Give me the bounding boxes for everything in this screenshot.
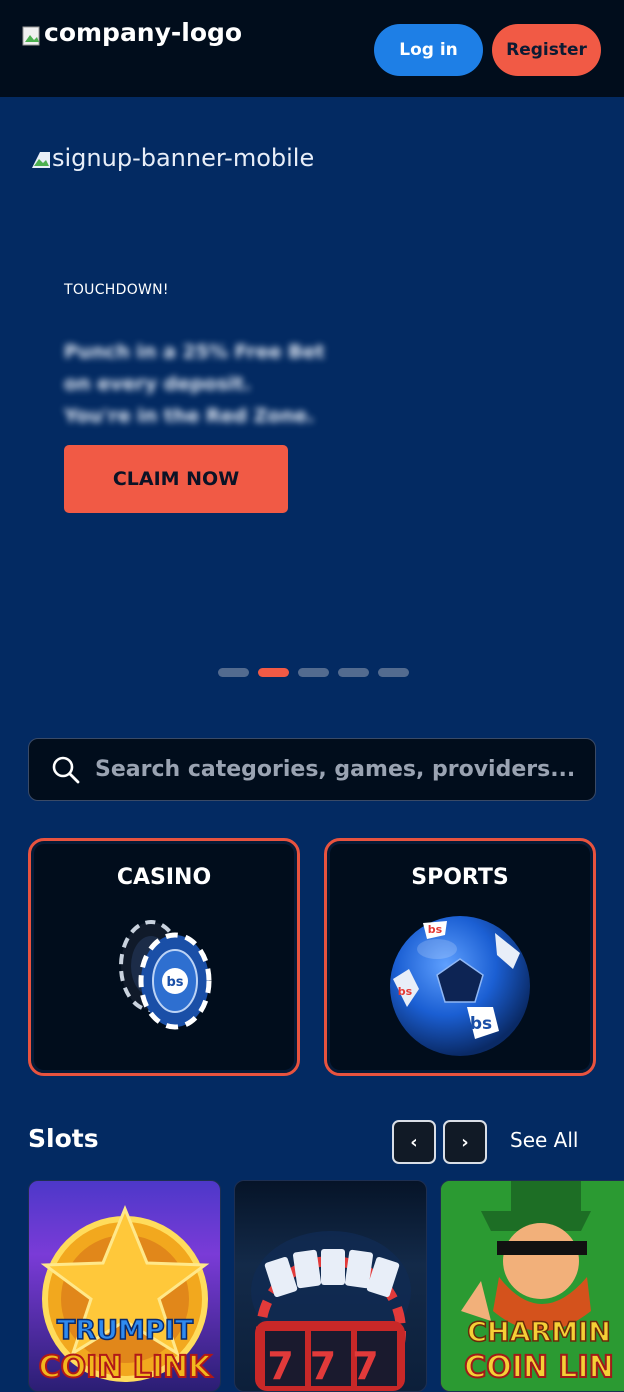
game-title: CHARMIN <box>467 1317 611 1348</box>
game-tile[interactable]: CHARMIN COIN LIN <box>440 1180 624 1392</box>
chevron-left-icon: ‹ <box>410 1131 418 1153</box>
signup-banner-image[interactable]: signup-banner-mobile <box>30 144 314 172</box>
game-art: TRUMPIT COIN LINK <box>38 1205 214 1386</box>
search-bar[interactable]: Search categories, games, providers... <box>28 738 596 801</box>
carousel-dot[interactable] <box>218 668 249 677</box>
category-card-sports[interactable]: SPORTS bs bs bs <box>324 838 596 1076</box>
banner-body: Punch in a 25% Free Bet on every deposit… <box>64 336 364 432</box>
claim-now-button[interactable]: CLAIM NOW <box>64 445 288 513</box>
carousel-dot-active[interactable] <box>258 668 289 677</box>
category-title: CASINO <box>116 865 212 890</box>
casino-chips-icon: bs <box>119 920 212 1030</box>
game-art: 777 <box>251 1231 411 1391</box>
slots-next-button[interactable]: › <box>443 1120 487 1164</box>
top-header: company-logo Log in Register <box>0 0 624 97</box>
section-title-slots: Slots <box>28 1124 99 1153</box>
broken-image-icon <box>30 148 50 168</box>
carousel-dot[interactable] <box>378 668 409 677</box>
chevron-right-icon: › <box>461 1131 469 1153</box>
svg-text:bs: bs <box>166 975 183 990</box>
game-art: CHARMIN COIN LIN <box>441 1181 624 1391</box>
banner-eyebrow: TOUCHDOWN! <box>64 282 169 298</box>
register-button[interactable]: Register <box>492 24 601 76</box>
game-tile[interactable]: 777 <box>234 1180 427 1392</box>
banner-body-line: You're in the Red Zone. <box>64 405 315 427</box>
see-all-link[interactable]: See All <box>510 1128 578 1152</box>
banner-body-line: on every deposit. <box>64 373 251 395</box>
logo-alt-text: company-logo <box>44 18 243 47</box>
slots-prev-button[interactable]: ‹ <box>392 1120 436 1164</box>
svg-text:bs: bs <box>398 985 413 998</box>
carousel-dot[interactable] <box>298 668 329 677</box>
banner-alt-text: signup-banner-mobile <box>52 144 315 172</box>
carousel-indicators <box>218 668 409 677</box>
game-title: 777 <box>267 1344 394 1388</box>
game-tile[interactable]: TRUMPIT COIN LINK <box>28 1180 221 1392</box>
svg-text:bs: bs <box>470 1014 492 1034</box>
category-title: SPORTS <box>411 865 509 890</box>
company-logo[interactable]: company-logo <box>22 18 242 47</box>
search-icon <box>52 756 80 783</box>
search-input[interactable]: Search categories, games, providers... <box>95 757 575 782</box>
broken-image-icon <box>22 23 42 45</box>
login-button[interactable]: Log in <box>374 24 483 76</box>
category-card-casino[interactable]: CASINO bs <box>28 838 300 1076</box>
banner-body-line: Punch in a 25% Free Bet <box>64 341 325 363</box>
soccer-ball-icon: bs bs bs <box>390 916 530 1056</box>
carousel-dot[interactable] <box>338 668 369 677</box>
game-title: TRUMPIT <box>57 1315 194 1346</box>
svg-text:bs: bs <box>428 923 443 936</box>
